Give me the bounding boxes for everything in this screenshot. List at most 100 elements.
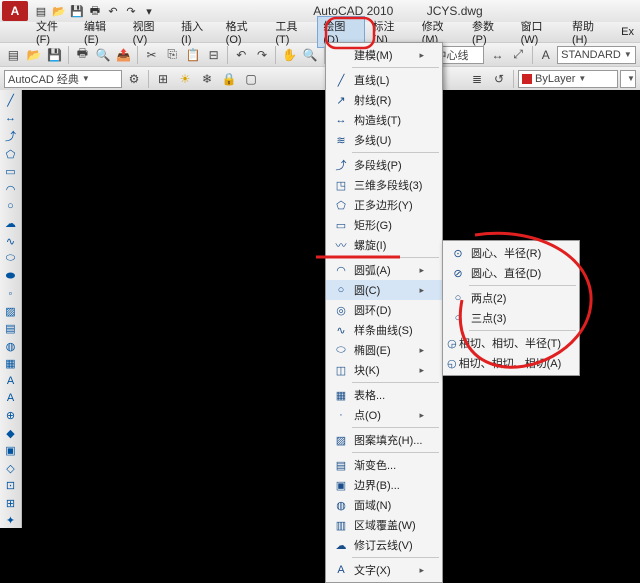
menu-item[interactable]: ○三点(3) — [443, 308, 579, 328]
menu-item[interactable]: ☁修订云线(V) — [326, 535, 442, 555]
copy-icon[interactable]: ⎘ — [163, 45, 182, 65]
layer-state-icon[interactable]: ≣ — [467, 69, 487, 89]
layer-sun-icon[interactable]: ☀ — [175, 69, 195, 89]
menu-window[interactable]: 窗口(W) — [515, 16, 564, 48]
menu-extra[interactable]: Ex — [615, 24, 640, 40]
tool-button[interactable]: ⊡ — [2, 479, 20, 493]
menu-item[interactable]: ≋多线(U) — [326, 130, 442, 150]
menu-item-icon: ◳ — [330, 179, 352, 192]
tool-button[interactable]: ↔ — [2, 110, 20, 124]
textstyle-icon[interactable]: A — [536, 45, 555, 65]
menu-item-icon: ◶ — [447, 337, 457, 350]
tool-button[interactable]: ▣ — [2, 444, 20, 458]
workspace-combo[interactable]: AutoCAD 经典 ▼ — [4, 70, 122, 88]
menu-item[interactable]: ○两点(2) — [443, 288, 579, 308]
menu-item[interactable]: ⬠正多边形(Y) — [326, 195, 442, 215]
menu-item[interactable]: A文字(X)▸ — [326, 560, 442, 580]
tool-button[interactable]: ∿ — [2, 234, 20, 248]
tool-button[interactable]: ◆ — [2, 426, 20, 440]
line-combo[interactable]: ▼ — [620, 70, 636, 88]
menu-item[interactable]: ◶相切、相切、半径(T) — [443, 333, 579, 353]
menu-item[interactable]: ⊙圆心、半径(R) — [443, 243, 579, 263]
tool-button[interactable]: ⤴ — [2, 128, 20, 144]
menu-item[interactable]: ▥区域覆盖(W) — [326, 515, 442, 535]
menu-item[interactable]: ↗射线(R) — [326, 90, 442, 110]
menu-item[interactable]: 建模(M)▸ — [326, 45, 442, 65]
menu-item-label: 相切、相切、相切(A) — [457, 355, 562, 371]
menu-item[interactable]: ◳三维多段线(3) — [326, 175, 442, 195]
menu-item[interactable]: ▦表格... — [326, 385, 442, 405]
tool-button[interactable]: ⊞ — [2, 496, 20, 510]
cut-icon[interactable]: ✂ — [142, 45, 161, 65]
pan-icon[interactable]: ✋ — [280, 45, 299, 65]
menu-item[interactable]: ↔构造线(T) — [326, 110, 442, 130]
menu-item[interactable]: ⊘圆心、直径(D) — [443, 263, 579, 283]
menu-item[interactable]: ◎圆环(D) — [326, 300, 442, 320]
layer-lock-icon[interactable]: 🔒 — [219, 69, 239, 89]
menu-file[interactable]: 文件(F) — [30, 16, 76, 48]
menu-item[interactable]: ◍面域(N) — [326, 495, 442, 515]
menu-item[interactable]: ⤴多段线(P) — [326, 155, 442, 175]
tool-button[interactable]: ◠ — [2, 182, 20, 196]
menu-insert[interactable]: 插入(I) — [175, 16, 218, 48]
dim-icon[interactable]: ↔ — [488, 45, 507, 65]
standard-combo[interactable]: STANDARD ▼ — [557, 46, 636, 64]
tool-button[interactable]: ☁ — [2, 217, 20, 231]
circle-submenu: ⊙圆心、半径(R)⊘圆心、直径(D) ○两点(2)○三点(3) ◶相切、相切、半径(… — [442, 240, 580, 376]
tool-button[interactable]: ◍ — [2, 339, 20, 353]
menu-item[interactable]: ╱直线(L) — [326, 70, 442, 90]
tool-button[interactable]: ○ — [2, 199, 20, 213]
tool-button[interactable]: ⬠ — [2, 147, 20, 161]
menu-item[interactable]: ○圆(C)▸ — [326, 280, 442, 300]
publish-icon[interactable]: 📤 — [115, 45, 134, 65]
menu-view[interactable]: 视图(V) — [127, 16, 174, 48]
app-logo[interactable]: A — [2, 1, 28, 21]
tool-button[interactable]: ⊕ — [2, 409, 20, 423]
menu-item[interactable]: ▭矩形(G) — [326, 215, 442, 235]
dim2-icon[interactable]: ⤢ — [509, 45, 528, 65]
tool-button[interactable]: ⬭ — [2, 252, 20, 266]
menu-parametric[interactable]: 参数(P) — [466, 16, 513, 48]
save-icon[interactable]: 💾 — [45, 45, 64, 65]
menu-item[interactable]: ⬭椭圆(E)▸ — [326, 340, 442, 360]
tool-button[interactable]: A — [2, 391, 20, 405]
paste-icon[interactable]: 📋 — [184, 45, 203, 65]
menu-item[interactable]: ∿样条曲线(S) — [326, 320, 442, 340]
menu-item[interactable]: ◫块(K)▸ — [326, 360, 442, 380]
menu-item[interactable]: ▣边界(B)... — [326, 475, 442, 495]
undo-icon[interactable]: ↶ — [232, 45, 251, 65]
open-icon[interactable]: 📂 — [25, 45, 44, 65]
zoom-icon[interactable]: 🔍 — [301, 45, 320, 65]
layer-color-icon[interactable]: ▢ — [241, 69, 261, 89]
bylayer-combo[interactable]: ByLayer ▼ — [518, 70, 618, 88]
menu-item[interactable]: 〰螺旋(I) — [326, 235, 442, 255]
menu-help[interactable]: 帮助(H) — [566, 16, 613, 48]
tool-button[interactable]: ✦ — [2, 513, 20, 527]
workspace-settings-icon[interactable]: ⚙ — [124, 69, 144, 89]
new-icon[interactable]: ▤ — [4, 45, 23, 65]
tool-button[interactable]: ▦ — [2, 356, 20, 370]
menu-tools[interactable]: 工具(T) — [269, 16, 315, 48]
menu-item[interactable]: ▨图案填充(H)... — [326, 430, 442, 450]
layer-prev-icon[interactable]: ↺ — [489, 69, 509, 89]
menu-item[interactable]: ▤渐变色... — [326, 455, 442, 475]
tool-button[interactable]: ◇ — [2, 461, 20, 475]
tool-button[interactable]: ▭ — [2, 164, 20, 178]
redo-icon[interactable]: ↷ — [253, 45, 272, 65]
layer-props-icon[interactable]: ⊞ — [153, 69, 173, 89]
tool-button[interactable]: ╱ — [2, 93, 20, 107]
layer-freeze-icon[interactable]: ❄ — [197, 69, 217, 89]
tool-button[interactable]: ▤ — [2, 321, 20, 335]
menu-item[interactable]: ◵相切、相切、相切(A) — [443, 353, 579, 373]
print-icon[interactable]: 🖶 — [73, 45, 92, 65]
tool-button[interactable]: ▨ — [2, 304, 20, 318]
menu-item[interactable]: ◠圆弧(A)▸ — [326, 260, 442, 280]
tool-button[interactable]: A — [2, 374, 20, 388]
tool-button[interactable]: ⬬ — [2, 269, 20, 283]
menu-format[interactable]: 格式(O) — [220, 16, 268, 48]
menu-item-label: 正多边形(Y) — [352, 197, 424, 213]
menu-item[interactable]: ·点(O)▸ — [326, 405, 442, 425]
tool-button[interactable]: ◦ — [2, 287, 20, 301]
preview-icon[interactable]: 🔍 — [94, 45, 113, 65]
match-icon[interactable]: ⊟ — [204, 45, 223, 65]
